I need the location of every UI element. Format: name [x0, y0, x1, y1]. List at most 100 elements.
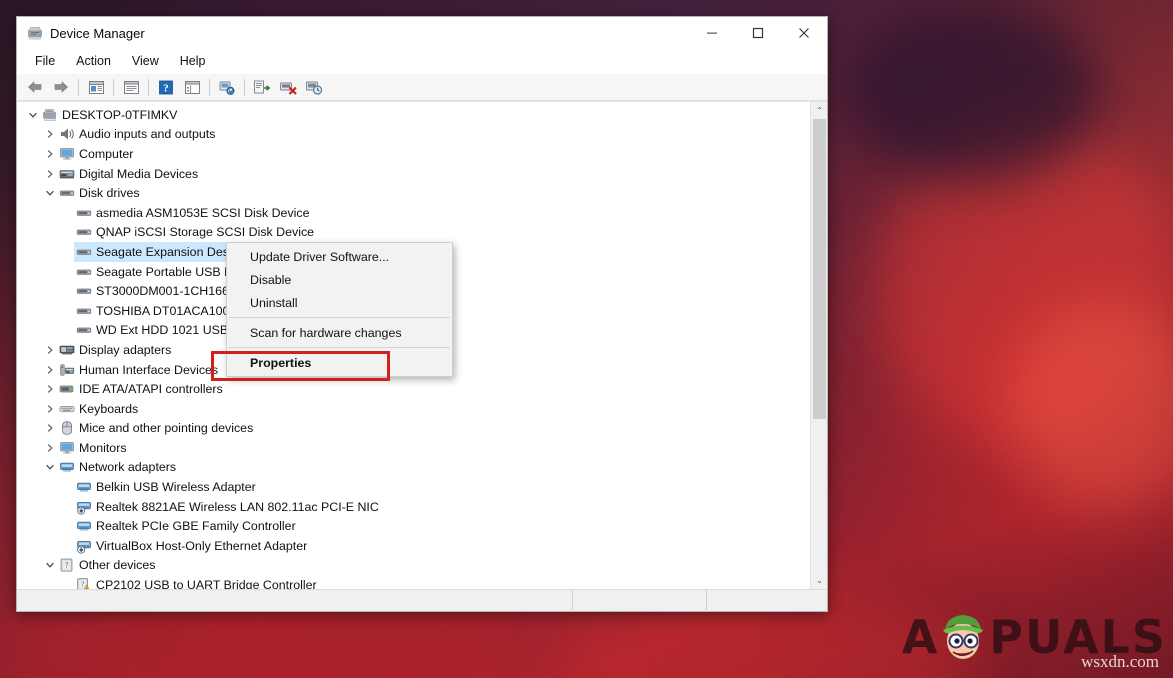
chevron-right-icon[interactable] [42, 365, 57, 375]
minimize-button[interactable] [689, 17, 735, 49]
tree-item-label: Keyboards [77, 402, 138, 416]
scrollbar-thumb[interactable] [813, 119, 826, 419]
tree-item-label: DESKTOP-0TFIMKV [60, 108, 177, 122]
tree-item[interactable]: asmedia ASM1053E SCSI Disk Device [17, 203, 810, 223]
scan-for-hardware-changes-icon[interactable] [215, 76, 239, 99]
tree-item[interactable]: Monitors [17, 438, 810, 458]
context-menu-item-disable[interactable]: Disable [227, 268, 452, 291]
tree-item[interactable]: IDE ATA/ATAPI controllers [17, 379, 810, 399]
back-icon[interactable] [23, 76, 47, 99]
view-icon[interactable] [180, 76, 204, 99]
context-menu-item-uninstall[interactable]: Uninstall [227, 291, 452, 314]
disk-drive-icon [74, 244, 94, 260]
tree-item[interactable]: Digital Media Devices [17, 164, 810, 184]
close-button[interactable] [781, 17, 827, 49]
network-adapter-icon [57, 459, 77, 475]
tree-item[interactable]: QNAP iSCSI Storage SCSI Disk Device [17, 223, 810, 243]
network-adapter-disabled-icon [74, 499, 94, 515]
menu-help[interactable]: Help [171, 52, 215, 71]
vertical-scrollbar[interactable]: ⌃ ⌄ [810, 102, 827, 589]
tree-item-label: Computer [77, 147, 133, 161]
monitor-icon [57, 146, 77, 162]
media-device-icon [57, 166, 77, 182]
context-menu: Update Driver Software...DisableUninstal… [226, 242, 453, 377]
tree-item[interactable]: Belkin USB Wireless Adapter [17, 477, 810, 497]
disk-drive-icon [74, 283, 94, 299]
chevron-down-icon[interactable] [42, 462, 57, 472]
menu-view[interactable]: View [123, 52, 168, 71]
tree-item[interactable]: VirtualBox Host-Only Ethernet Adapter [17, 536, 810, 556]
menu-action[interactable]: Action [67, 52, 120, 71]
scrollbar-track[interactable] [811, 119, 827, 572]
context-menu-separator [229, 347, 450, 348]
window-title: Device Manager [50, 26, 145, 41]
tree-item[interactable]: Disk drives [17, 183, 810, 203]
svg-text:?: ? [65, 561, 69, 570]
tree-item[interactable]: Computer [17, 144, 810, 164]
network-adapter-icon [74, 518, 94, 534]
toolbar: ? [17, 74, 827, 101]
chevron-down-icon[interactable] [25, 110, 40, 120]
uninstall-device-icon[interactable] [276, 76, 300, 99]
svg-text:?: ? [81, 580, 84, 589]
chevron-right-icon[interactable] [42, 169, 57, 179]
chevron-right-icon[interactable] [42, 149, 57, 159]
chevron-right-icon[interactable] [42, 345, 57, 355]
wallpaper-glow-2 [1010, 300, 1173, 510]
context-menu-item-update-driver-software[interactable]: Update Driver Software... [227, 245, 452, 268]
maximize-button[interactable] [735, 17, 781, 49]
tree-item[interactable]: Mice and other pointing devices [17, 419, 810, 439]
chevron-down-icon[interactable] [42, 188, 57, 198]
tree-item-label: Disk drives [77, 186, 140, 200]
chevron-right-icon[interactable] [42, 443, 57, 453]
tree-item-label: Human Interface Devices [77, 363, 218, 377]
help-icon[interactable]: ? [154, 76, 178, 99]
other-device-warning-icon: ? [74, 577, 94, 589]
disk-drive-icon [57, 185, 77, 201]
show-hide-console-tree-icon[interactable] [119, 76, 143, 99]
status-segment-3 [707, 590, 827, 612]
chevron-right-icon[interactable] [42, 129, 57, 139]
menu-bar: File Action View Help [17, 49, 827, 74]
tree-item[interactable]: Network adapters [17, 458, 810, 478]
tree-item-label: Realtek PCIe GBE Family Controller [94, 519, 296, 533]
tree-item-label: Display adapters [77, 343, 171, 357]
scrollbar-up-arrow[interactable]: ⌃ [811, 102, 827, 119]
context-menu-item-scan-for-hardware-changes[interactable]: Scan for hardware changes [227, 321, 452, 344]
wsxdn-watermark: wsxdn.com [1081, 652, 1159, 672]
context-menu-item-properties[interactable]: Properties [227, 351, 452, 374]
chevron-down-icon[interactable] [42, 560, 57, 570]
properties-icon[interactable] [84, 76, 108, 99]
window-controls [689, 17, 827, 49]
tree-item[interactable]: Keyboards [17, 399, 810, 419]
ide-controller-icon [57, 381, 77, 397]
tree-item[interactable]: ?CP2102 USB to UART Bridge Controller [17, 575, 810, 589]
svg-text:?: ? [163, 82, 169, 94]
scrollbar-down-arrow[interactable]: ⌄ [811, 572, 827, 589]
disable-device-icon[interactable] [302, 76, 326, 99]
other-device-icon: ? [57, 557, 77, 573]
update-driver-icon[interactable] [250, 76, 274, 99]
tree-item-label: Network adapters [77, 460, 176, 474]
watermark-brand-prefix: A [902, 614, 940, 660]
menu-file[interactable]: File [26, 52, 64, 71]
speaker-icon [57, 126, 77, 142]
forward-icon[interactable] [49, 76, 73, 99]
tree-item[interactable]: Realtek 8821AE Wireless LAN 802.11ac PCI… [17, 497, 810, 517]
tree-item-label: Audio inputs and outputs [77, 127, 215, 141]
tree-item-label: VirtualBox Host-Only Ethernet Adapter [94, 539, 307, 553]
toolbar-separator-1 [78, 79, 79, 96]
title-bar: Device Manager [17, 17, 827, 49]
disk-drive-icon [74, 264, 94, 280]
tree-item[interactable]: Audio inputs and outputs [17, 125, 810, 145]
status-segment-1 [17, 590, 573, 612]
computer-root-icon [40, 107, 60, 123]
chevron-right-icon[interactable] [42, 423, 57, 433]
toolbar-separator-5 [244, 79, 245, 96]
monitor-icon [57, 440, 77, 456]
chevron-right-icon[interactable] [42, 384, 57, 394]
tree-item[interactable]: DESKTOP-0TFIMKV [17, 105, 810, 125]
tree-item[interactable]: ?Other devices [17, 556, 810, 576]
chevron-right-icon[interactable] [42, 404, 57, 414]
tree-item[interactable]: Realtek PCIe GBE Family Controller [17, 516, 810, 536]
